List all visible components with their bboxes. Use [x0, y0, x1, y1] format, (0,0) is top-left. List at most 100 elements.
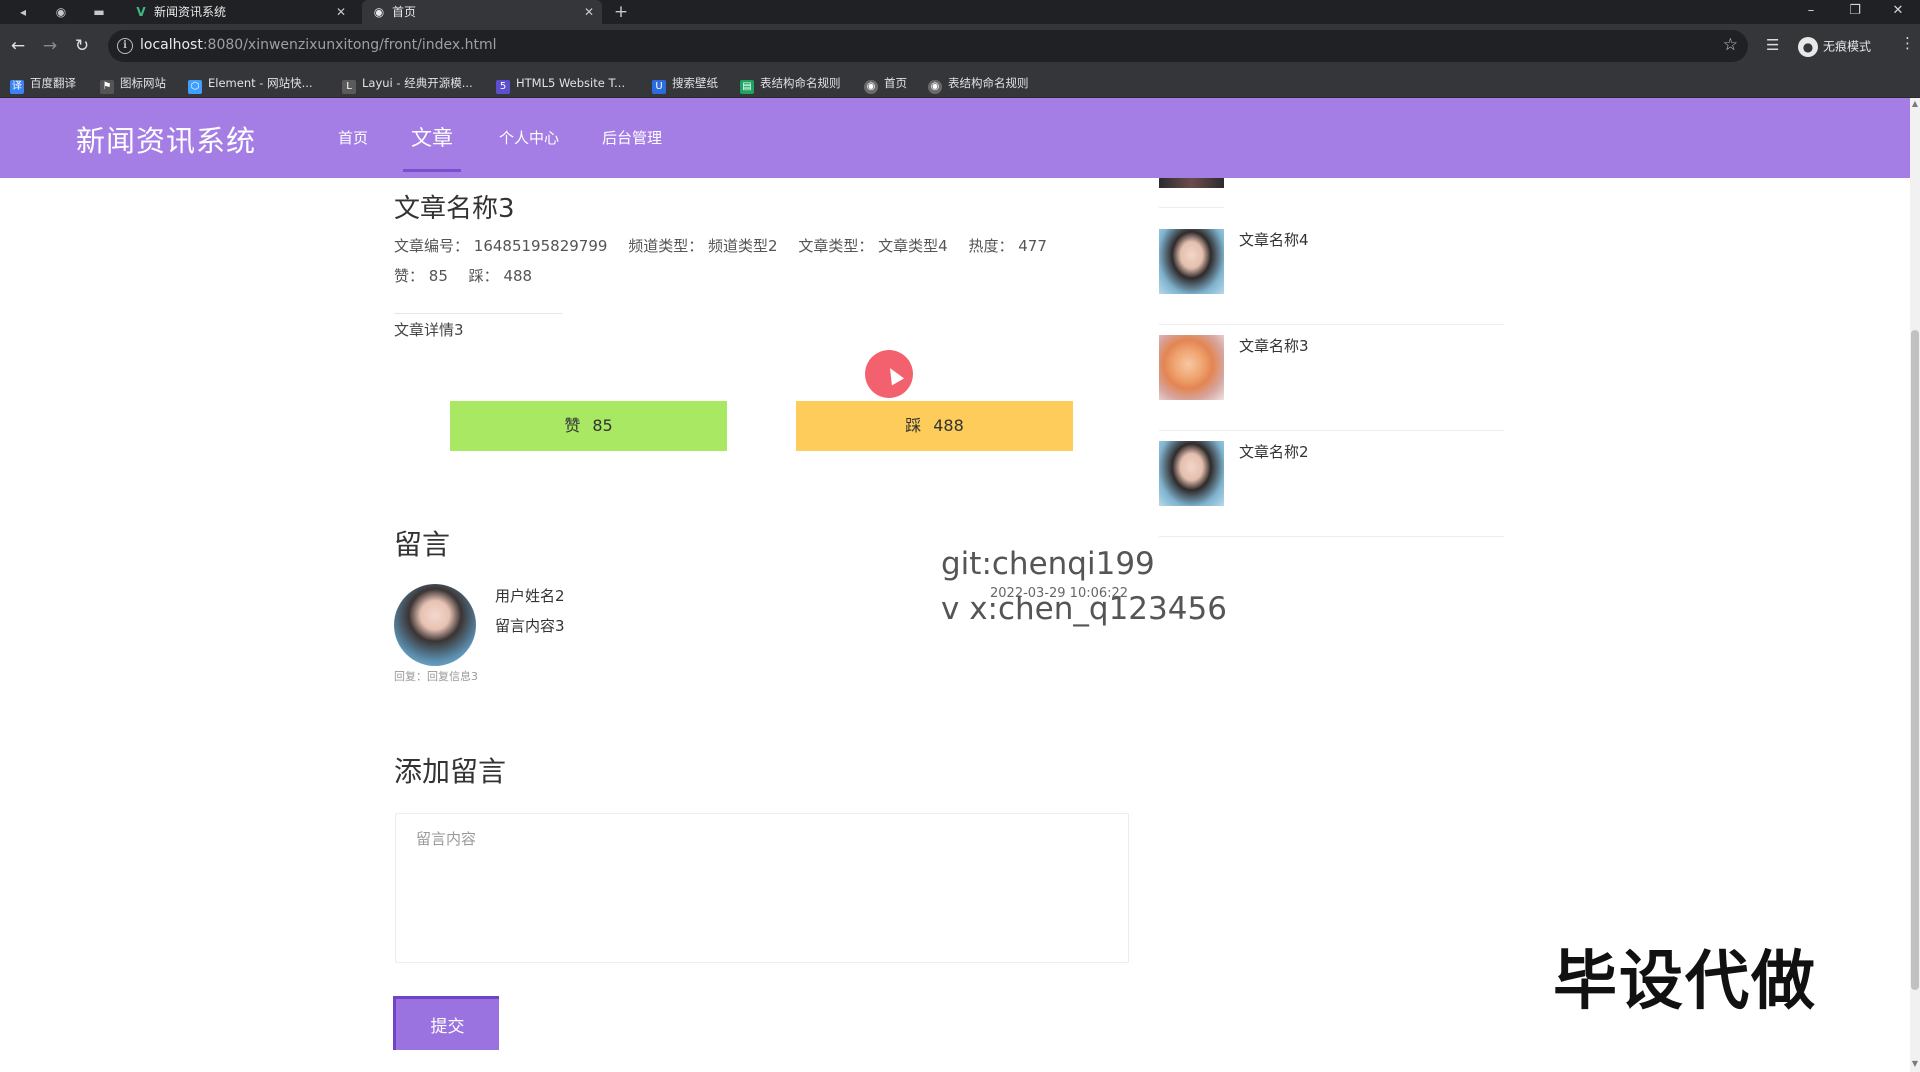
- comment-input[interactable]: [395, 813, 1129, 963]
- html5-icon: 5: [496, 80, 510, 94]
- bookmark-item[interactable]: U 搜索壁纸: [652, 74, 718, 94]
- scroll-down-arrow-icon[interactable]: ▼: [1911, 1060, 1919, 1068]
- baidu-translate-icon: 译: [10, 80, 24, 94]
- bookmarks-bar: 译百度翻译 ⚑ 图标网站 ⬡ Element - 网站快... L Layui - 经…: [0, 68, 1920, 98]
- dislike-label: 踩: [905, 416, 922, 435]
- bookmark-item[interactable]: 译百度翻译: [10, 74, 76, 94]
- article-thumbnail[interactable]: [1159, 178, 1224, 188]
- article-vote-meta: 赞： 85 踩： 488: [394, 265, 548, 286]
- sidebar-article-title[interactable]: 文章名称2: [1239, 441, 1309, 462]
- meta-label: 热度：: [968, 237, 1014, 255]
- nav-home[interactable]: 首页: [338, 98, 368, 178]
- info-icon[interactable]: i: [117, 38, 133, 54]
- wallpaper-icon: U: [652, 80, 666, 94]
- address-bar: ← → ↻ i localhost:8080/xinwenzixunxitong…: [0, 24, 1920, 68]
- site-header: 新闻资讯系统 首页 文章 个人中心 后台管理: [0, 98, 1910, 178]
- globe-icon: ◉: [373, 5, 385, 19]
- tab-label: 首页: [392, 5, 417, 19]
- bookmark-item[interactable]: L Layui - 经典开源模...: [342, 74, 473, 94]
- bookmark-label: 表结构命名规则: [948, 76, 1029, 90]
- close-icon[interactable]: ✕: [336, 0, 346, 24]
- tab-window-icon[interactable]: ▬: [90, 3, 108, 21]
- watermark-corner-text: 毕设代做: [1553, 945, 1817, 1019]
- url-text: localhost:8080/xinwenzixunxitong/front/i…: [140, 37, 497, 53]
- bookmark-label: 首页: [884, 76, 907, 90]
- meta-value: 488: [503, 267, 533, 285]
- forward-icon[interactable]: →: [40, 36, 60, 56]
- bookmark-item[interactable]: ⬡ Element - 网站快...: [188, 74, 313, 94]
- meta-label: 频道类型：: [628, 237, 704, 255]
- layui-icon: L: [342, 80, 356, 94]
- restore-icon[interactable]: ❐: [1833, 0, 1877, 24]
- url-field[interactable]: i localhost:8080/xinwenzixunxitong/front…: [108, 30, 1748, 62]
- sidebar-article-title[interactable]: 文章名称3: [1239, 335, 1309, 356]
- bookmark-label: 表结构命名规则: [760, 76, 841, 90]
- like-label: 赞: [564, 416, 581, 435]
- reload-icon[interactable]: ↻: [72, 36, 92, 56]
- meta-label: 文章类型：: [798, 237, 874, 255]
- comment-content: 留言内容3: [495, 617, 565, 635]
- meta-label: 文章编号：: [394, 237, 470, 255]
- flag-icon: ⚑: [100, 80, 114, 94]
- sidebar-article-title[interactable]: 文章名称4: [1239, 229, 1309, 250]
- bookmark-star-icon[interactable]: ☆: [1723, 35, 1738, 55]
- article-thumbnail[interactable]: [1159, 335, 1224, 400]
- divider: [1159, 207, 1224, 208]
- meta-article-id: 文章编号： 16485195829799: [394, 237, 607, 255]
- incognito-profile[interactable]: ● 无痕模式: [1798, 34, 1871, 58]
- browser-tab-1[interactable]: V 新闻资讯系统 ✕: [124, 0, 354, 24]
- vue-icon: V: [136, 5, 146, 19]
- bookmark-item[interactable]: 5 HTML5 Website T...: [496, 74, 625, 94]
- back-icon[interactable]: ←: [8, 36, 28, 56]
- tab-globe-icon[interactable]: ◉: [52, 3, 70, 21]
- bookmark-item[interactable]: ▤ 表结构命名规则: [740, 74, 841, 94]
- watermark-line: v x:chen_q123456: [941, 590, 1227, 627]
- dislike-count: 488: [933, 416, 964, 435]
- article-title: 文章名称3: [394, 194, 515, 224]
- element-icon: ⬡: [188, 80, 202, 94]
- bookmark-label: 图标网站: [120, 76, 166, 90]
- tab-audio-icon[interactable]: ◂: [14, 3, 32, 21]
- article-thumbnail[interactable]: [1159, 229, 1224, 294]
- menu-kebab-icon[interactable]: ⋮: [1900, 34, 1915, 52]
- new-tab-button[interactable]: +: [612, 3, 630, 21]
- incognito-icon: ●: [1798, 36, 1818, 57]
- close-window-icon[interactable]: ✕: [1876, 0, 1920, 24]
- like-button[interactable]: 赞 85: [450, 401, 727, 451]
- nav-profile[interactable]: 个人中心: [499, 98, 559, 178]
- meta-value: 文章类型4: [878, 237, 948, 255]
- bookmark-item[interactable]: ◉ 表结构命名规则: [928, 74, 1029, 94]
- bookmark-item[interactable]: ◉ 首页: [864, 74, 907, 94]
- meta-channel-type: 频道类型： 频道类型2: [628, 237, 777, 255]
- watermark-line: git:chenqi199: [941, 546, 1155, 582]
- article-detail: 文章详情3: [394, 321, 464, 339]
- comment-reply: 回复：回复信息3: [394, 670, 478, 683]
- scroll-up-arrow-icon[interactable]: ▲: [1911, 100, 1919, 108]
- sidebar-article-item[interactable]: 文章名称2: [1159, 431, 1504, 537]
- sidebar-article-item[interactable]: 文章名称3: [1159, 325, 1504, 431]
- browser-tab-bar: ◂ ◉ ▬ V 新闻资讯系统 ✕ ◉ 首页 ✕ + – ❐ ✕: [0, 0, 1920, 24]
- meta-dislikes: 踩： 488: [469, 267, 532, 285]
- nav-articles[interactable]: 文章: [403, 98, 461, 178]
- bookmark-label: Layui - 经典开源模...: [362, 76, 473, 90]
- reading-list-icon[interactable]: ☰: [1766, 36, 1779, 54]
- meta-value: 16485195829799: [473, 237, 608, 255]
- sheet-icon: ▤: [740, 80, 754, 94]
- site-logo[interactable]: 新闻资讯系统: [76, 118, 256, 160]
- submit-button[interactable]: 提交: [393, 996, 499, 1050]
- sidebar-article-item[interactable]: 文章名称4: [1159, 219, 1504, 325]
- close-icon[interactable]: ✕: [584, 0, 594, 24]
- minimize-icon[interactable]: –: [1789, 0, 1833, 24]
- browser-tab-2[interactable]: ◉ 首页 ✕: [362, 0, 602, 24]
- nav-admin[interactable]: 后台管理: [602, 98, 662, 178]
- meta-value: 477: [1018, 237, 1047, 255]
- bookmark-item[interactable]: ⚑ 图标网站: [100, 74, 166, 94]
- scrollbar-thumb[interactable]: [1911, 330, 1919, 990]
- comments-heading: 留言: [394, 528, 451, 561]
- article-thumbnail[interactable]: [1159, 441, 1224, 506]
- like-count: 85: [592, 416, 613, 435]
- comment-username: 用户姓名2: [495, 587, 565, 605]
- dislike-button[interactable]: 踩 488: [796, 401, 1073, 451]
- meta-value: 85: [428, 267, 448, 285]
- add-comment-heading: 添加留言: [394, 755, 507, 788]
